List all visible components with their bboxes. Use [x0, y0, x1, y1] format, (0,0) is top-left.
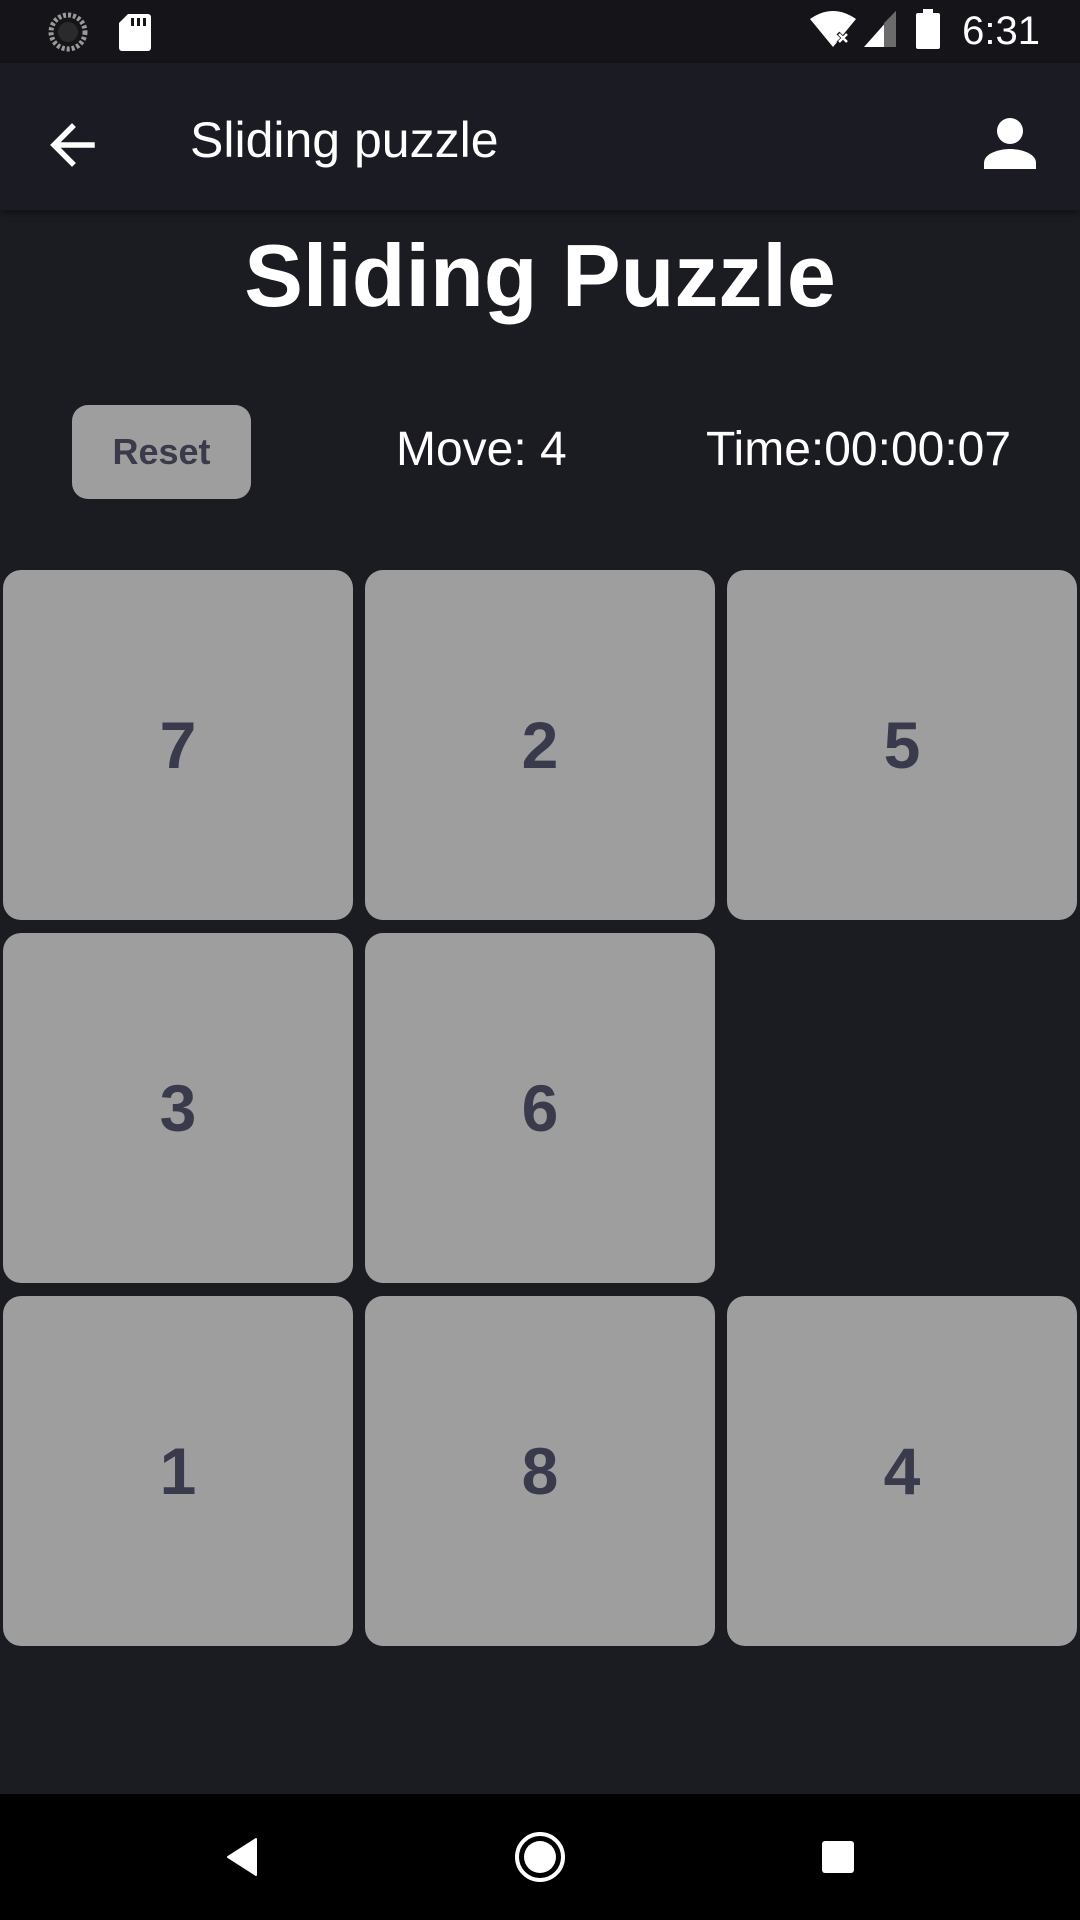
puzzle-tile[interactable]: 5	[727, 570, 1077, 920]
puzzle-board: 7 2 5 3 6 1 8 4	[0, 570, 1080, 1650]
timer: Time:00:00:07	[706, 423, 1012, 476]
puzzle-tile[interactable]: 8	[365, 1296, 715, 1646]
puzzle-tile[interactable]: 4	[727, 1296, 1077, 1646]
home-circle-icon	[515, 1832, 565, 1882]
puzzle-tile[interactable]: 6	[365, 933, 715, 1283]
battery-icon	[916, 9, 941, 54]
wifi-off-icon	[808, 9, 858, 54]
nav-recents-button[interactable]	[778, 1794, 898, 1920]
puzzle-tile[interactable]: 1	[3, 1296, 353, 1646]
status-bar: 6:31	[0, 0, 1080, 63]
back-button[interactable]	[42, 113, 106, 177]
sd-card-icon	[118, 12, 152, 57]
loading-icon	[48, 12, 88, 57]
puzzle-tile[interactable]: 3	[3, 933, 353, 1283]
puzzle-tile[interactable]: 2	[365, 570, 715, 920]
app-bar: Sliding puzzle	[0, 63, 1080, 210]
status-time: 6:31	[962, 9, 1040, 53]
profile-button[interactable]	[978, 111, 1042, 175]
page-title: Sliding Puzzle	[244, 226, 836, 325]
back-triangle-icon	[227, 1838, 257, 1876]
system-nav-bar	[0, 1794, 1080, 1920]
move-counter: Move: 4	[396, 423, 567, 476]
signal-icon	[862, 9, 898, 54]
nav-back-button[interactable]	[182, 1794, 302, 1920]
arrow-back-icon	[50, 123, 95, 167]
puzzle-tile[interactable]: 7	[3, 570, 353, 920]
app-bar-title: Sliding puzzle	[190, 112, 499, 168]
reset-button[interactable]: Reset	[72, 405, 251, 499]
person-icon	[984, 118, 1036, 169]
nav-home-button[interactable]	[480, 1794, 600, 1920]
recents-square-icon	[822, 1841, 854, 1873]
